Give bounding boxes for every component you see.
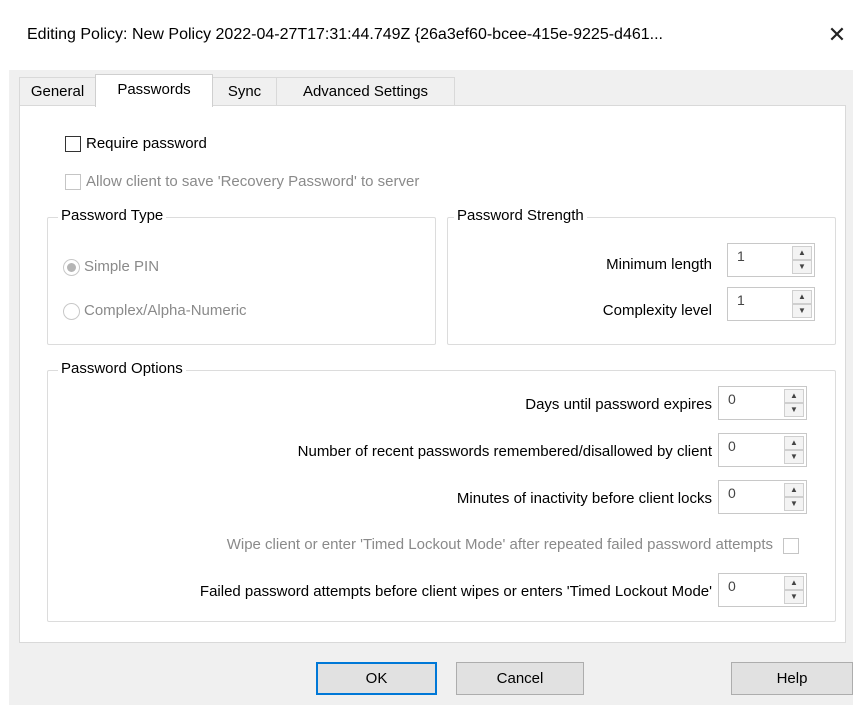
complexity-level-value[interactable]: 1 — [737, 292, 745, 308]
failed-attempts-value[interactable]: 0 — [728, 578, 736, 594]
spin-down-icon[interactable]: ▼ — [784, 497, 804, 511]
inactivity-minutes-spinner[interactable]: 0 ▲ ▼ — [718, 480, 807, 514]
complex-alphanumeric-radio[interactable] — [63, 303, 80, 320]
require-password-checkbox[interactable] — [65, 136, 81, 152]
allow-recovery-password-label: Allow client to save 'Recovery Password'… — [86, 173, 420, 190]
recent-passwords-label: Number of recent passwords remembered/di… — [297, 443, 712, 460]
ok-button[interactable]: OK — [316, 662, 437, 695]
password-strength-group — [447, 217, 836, 345]
passwords-tab-page: Require password Allow client to save 'R… — [19, 105, 846, 643]
simple-pin-radio[interactable] — [63, 259, 80, 276]
spin-up-icon[interactable]: ▲ — [784, 389, 804, 403]
require-password-label: Require password — [86, 135, 207, 152]
recent-passwords-value[interactable]: 0 — [728, 438, 736, 454]
spin-down-icon[interactable]: ▼ — [792, 260, 812, 274]
cancel-button[interactable]: Cancel — [456, 662, 584, 695]
spin-up-icon[interactable]: ▲ — [784, 436, 804, 450]
failed-attempts-label: Failed password attempts before client w… — [199, 583, 712, 600]
window-title: Editing Policy: New Policy 2022-04-27T17… — [27, 26, 663, 43]
minimum-length-value[interactable]: 1 — [737, 248, 745, 264]
spin-down-icon[interactable]: ▼ — [784, 590, 804, 604]
complex-alphanumeric-label: Complex/Alpha-Numeric — [84, 302, 247, 319]
tab-strip: General Passwords Sync Advanced Settings — [19, 74, 619, 107]
password-type-title: Password Type — [58, 207, 167, 224]
tab-sync[interactable]: Sync — [212, 77, 277, 106]
spin-up-icon[interactable]: ▲ — [792, 246, 812, 260]
minimum-length-spinner[interactable]: 1 ▲ ▼ — [727, 243, 815, 277]
simple-pin-label: Simple PIN — [84, 258, 160, 275]
help-button[interactable]: Help — [731, 662, 853, 695]
minimum-length-label: Minimum length — [606, 256, 712, 273]
allow-recovery-password-checkbox[interactable] — [65, 174, 81, 190]
recent-passwords-spinner[interactable]: 0 ▲ ▼ — [718, 433, 807, 467]
spin-up-icon[interactable]: ▲ — [784, 483, 804, 497]
password-strength-title: Password Strength — [454, 207, 587, 224]
wipe-or-lockout-label: Wipe client or enter 'Timed Lockout Mode… — [226, 536, 773, 553]
title-bar: Editing Policy: New Policy 2022-04-27T17… — [0, 0, 853, 70]
days-until-expires-spinner[interactable]: 0 ▲ ▼ — [718, 386, 807, 420]
days-until-expires-value[interactable]: 0 — [728, 391, 736, 407]
spin-down-icon[interactable]: ▼ — [784, 450, 804, 464]
tab-general[interactable]: General — [19, 77, 96, 106]
complexity-level-label: Complexity level — [602, 302, 712, 319]
days-until-expires-label: Days until password expires — [525, 396, 712, 413]
spin-down-icon[interactable]: ▼ — [784, 403, 804, 417]
complexity-level-spinner[interactable]: 1 ▲ ▼ — [727, 287, 815, 321]
wipe-or-lockout-checkbox[interactable] — [783, 538, 799, 554]
tab-passwords[interactable]: Passwords — [95, 74, 213, 107]
tab-advanced-settings[interactable]: Advanced Settings — [276, 77, 455, 106]
inactivity-minutes-value[interactable]: 0 — [728, 485, 736, 501]
inactivity-minutes-label: Minutes of inactivity before client lock… — [456, 490, 712, 507]
failed-attempts-spinner[interactable]: 0 ▲ ▼ — [718, 573, 807, 607]
password-options-title: Password Options — [58, 360, 186, 377]
close-icon[interactable]: ✕ — [822, 20, 852, 50]
password-type-group — [47, 217, 436, 345]
spin-up-icon[interactable]: ▲ — [784, 576, 804, 590]
spin-down-icon[interactable]: ▼ — [792, 304, 812, 318]
spin-up-icon[interactable]: ▲ — [792, 290, 812, 304]
